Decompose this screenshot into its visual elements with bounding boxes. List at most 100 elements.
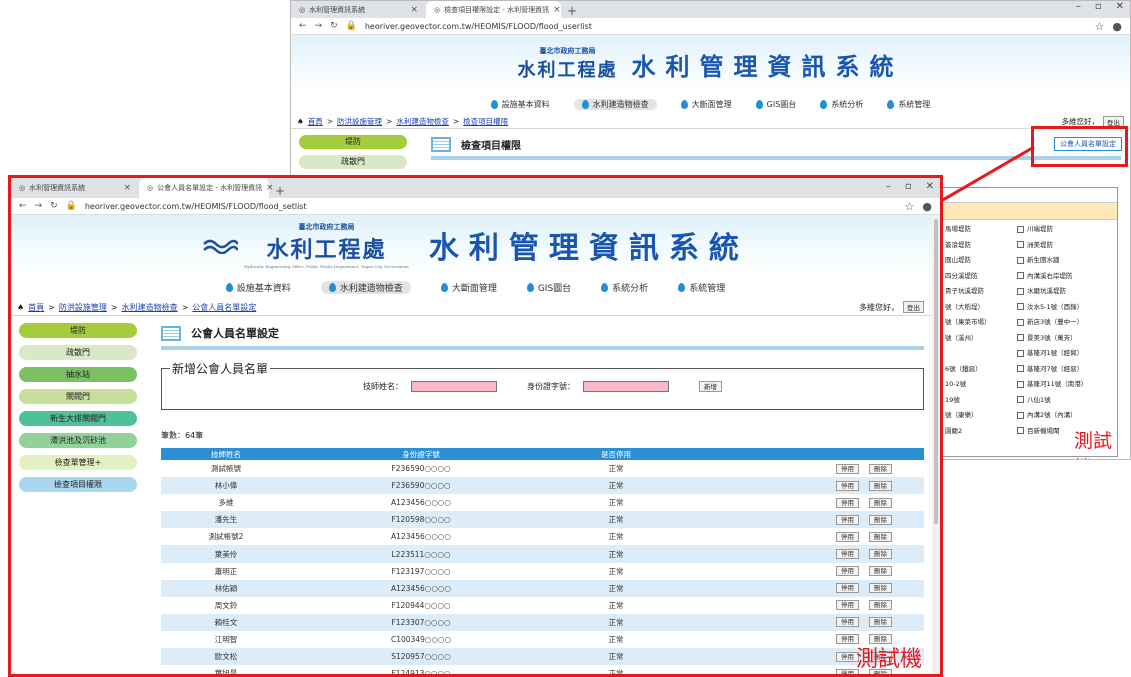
add-button[interactable]: 新增	[699, 381, 722, 392]
front-url[interactable]: heoriver.geovector.com.tw/HEOMIS/FLOOD/f…	[85, 202, 307, 211]
sidebar-item-sluice-gate[interactable]: 閘閥門	[19, 389, 137, 404]
cell-actions: 停用 刪除	[681, 511, 924, 529]
cell-id: S120957○○○○	[291, 648, 551, 666]
crumb-link[interactable]: 首頁	[28, 302, 44, 313]
minimize-icon[interactable]: –	[886, 181, 891, 192]
delete-button[interactable]: 刪除	[869, 514, 892, 525]
delete-button[interactable]: 刪除	[869, 480, 892, 491]
disable-button[interactable]: 停用	[836, 514, 859, 525]
profile-icon[interactable]: ●	[922, 200, 932, 213]
table-row: 測試帳號2 A123456○○○○ 正常 停用 刪除	[161, 528, 924, 545]
id-label: 身份證字號：	[527, 382, 575, 391]
sidebar-item-detention-pond[interactable]: 滯洪池及沉砂池	[19, 433, 137, 448]
disable-button[interactable]: 停用	[836, 600, 859, 611]
nav-item-system[interactable]: 系統管理	[678, 281, 725, 294]
table-row: 江明智 C100349○○○○ 正常 停用 刪除	[161, 631, 924, 648]
cell-actions: 停用 刪除	[681, 545, 924, 563]
cell-status: 正常	[608, 464, 624, 474]
document-icon	[161, 325, 181, 341]
id-number-input[interactable]	[583, 381, 669, 392]
cell-name: 周文鈴	[214, 600, 238, 610]
disable-button[interactable]: 停用	[836, 617, 859, 628]
nav-item-analysis[interactable]: 系統分析	[601, 281, 648, 294]
sidebar-item-pump-station[interactable]: 抽水站	[19, 367, 137, 382]
delete-button[interactable]: 刪除	[869, 566, 892, 577]
technician-name-input[interactable]	[411, 381, 497, 392]
nav-item-cross-section[interactable]: 大斷面管理	[440, 281, 497, 294]
delete-button[interactable]: 刪除	[869, 583, 892, 594]
cell-actions: 停用 刪除	[681, 477, 924, 495]
water-drop-icon	[225, 282, 233, 292]
delete-button[interactable]: 刪除	[869, 617, 892, 628]
logout-button[interactable]: 登出	[903, 301, 924, 313]
sidebar-item-levee[interactable]: 堤防	[19, 323, 137, 338]
delete-button[interactable]: 刪除	[869, 600, 892, 611]
front-tab-1[interactable]: ◎ 水利管理資訊系統 ×	[11, 178, 139, 198]
front-sidebar: 堤防 疏散門 抽水站 閘閥門 新生大排閘閥門 滯洪池及沉砂池 檢查單管理+ 檢查…	[19, 323, 137, 492]
cell-actions: 停用 刪除	[681, 460, 924, 477]
crumb-link[interactable]: 水利建造物檢查	[122, 302, 178, 313]
sidebar-item-inspection-form[interactable]: 檢查單管理+	[19, 455, 137, 470]
col-name-header: 技師姓名	[161, 448, 291, 460]
cell-status: 正常	[608, 669, 624, 677]
delete-button[interactable]: 刪除	[869, 497, 892, 508]
disable-button[interactable]: 停用	[836, 463, 859, 474]
cell-name: 歐文松	[161, 648, 291, 666]
front-tab-bar: ◎ 水利管理資訊系統 × ◎ 公會人員名單設定 - 水利管理資訊 × + – ▫ ✕	[11, 178, 940, 198]
cell-name: 林小偉	[161, 477, 291, 495]
disable-button[interactable]: 停用	[836, 566, 859, 577]
crumb-link[interactable]: 公會人員名單設定	[192, 302, 256, 313]
delete-button[interactable]: 刪除	[869, 549, 892, 560]
sidebar-item-xinsheng-gate[interactable]: 新生大排閘閥門	[19, 411, 137, 426]
cell-status: 正常	[551, 511, 681, 529]
back-arrow-icon[interactable]: ←	[19, 201, 27, 211]
disable-button[interactable]: 停用	[836, 531, 859, 542]
table-row: 賴桂文 F123307○○○○ 正常 停用 刪除	[161, 613, 924, 631]
table-row: 林小偉 F236590○○○○ 正常 停用 刪除	[161, 477, 924, 495]
close-icon[interactable]: ×	[123, 183, 131, 193]
front-address-bar: ← → ↻ 🔒 heoriver.geovector.com.tw/HEOMIS/F…	[11, 198, 940, 215]
disable-button[interactable]: 停用	[836, 497, 859, 508]
front-tab-2[interactable]: ◎ 公會人員名單設定 - 水利管理資訊 ×	[139, 178, 274, 198]
maximize-icon[interactable]: ▫	[905, 181, 912, 192]
water-drop-icon	[440, 282, 448, 292]
water-drop-icon	[601, 282, 609, 292]
cell-status: 正常	[608, 634, 624, 644]
reload-icon[interactable]: ↻	[50, 201, 58, 211]
disable-button[interactable]: 停用	[836, 583, 859, 594]
cell-name: 測試帳號2	[208, 532, 244, 542]
record-count: 筆數：64筆	[161, 431, 204, 440]
close-window-icon[interactable]: ✕	[926, 181, 934, 192]
crumb-link[interactable]: 防洪設施管理	[59, 302, 107, 313]
delete-button[interactable]: 刪除	[869, 531, 892, 542]
cell-actions: 停用 刪除	[681, 579, 924, 597]
cell-id: F120944○○○○	[391, 600, 451, 610]
table-body: 測試帳號 F236590○○○○ 正常 停用 刪除 林小偉 F236590○○○○ 正常 停用刪…	[161, 460, 924, 677]
cell-name: 林佑穎	[161, 579, 291, 597]
cell-status: 正常	[551, 545, 681, 563]
nav-item-gis[interactable]: GIS圖台	[526, 281, 571, 294]
vertical-scrollbar[interactable]	[932, 215, 940, 674]
scrollbar-thumb[interactable]	[934, 219, 938, 524]
sidebar-item-evacuation-gate[interactable]: 疏散門	[19, 345, 137, 360]
new-tab-button[interactable]: +	[269, 184, 291, 198]
nav-item-inspection[interactable]: 水利建造物檢查	[320, 280, 411, 294]
cell-name: 葉美伶	[161, 545, 291, 563]
star-icon[interactable]: ☆	[905, 200, 915, 213]
cell-status: 正常	[551, 579, 681, 597]
sidebar-item-permission[interactable]: 檢查項目權限	[19, 477, 137, 492]
delete-button[interactable]: 刪除	[869, 463, 892, 474]
cell-actions: 停用 刪除	[681, 613, 924, 631]
cell-id: F123197○○○○	[391, 566, 451, 576]
forward-arrow-icon[interactable]: →	[35, 201, 43, 211]
lock-icon: 🔒	[65, 201, 77, 211]
disable-button[interactable]: 停用	[836, 549, 859, 560]
cell-status: 正常	[608, 566, 624, 576]
disable-button[interactable]: 停用	[836, 480, 859, 491]
nav-item-basic-data[interactable]: 設施基本資料	[225, 281, 291, 294]
globe-icon: ◎	[147, 184, 154, 192]
cell-actions: 停用 刪除	[681, 528, 924, 545]
table-row: 葉旭晨 F124913○○○○ 正常 停用 刪除	[161, 665, 924, 677]
table-row: 測試帳號 F236590○○○○ 正常 停用 刪除	[161, 460, 924, 477]
front-nav: 設施基本資料 水利建造物檢查 大斷面管理 GIS圖台 系統分析 系統管理	[11, 275, 940, 299]
